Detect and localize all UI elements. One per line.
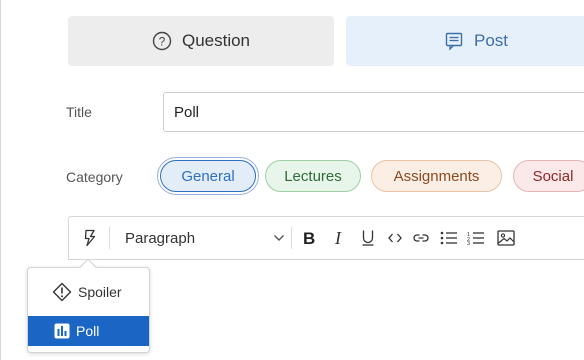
- numbered-list-icon: 123: [467, 231, 485, 245]
- image-icon: [497, 230, 515, 246]
- bold-button[interactable]: B: [297, 217, 321, 259]
- code-button[interactable]: [383, 217, 407, 259]
- menu-item-spoiler[interactable]: Spoiler: [28, 274, 149, 310]
- code-icon: [388, 232, 402, 244]
- toolbar-divider: [109, 227, 110, 249]
- italic-icon: I: [334, 230, 346, 246]
- svg-text:I: I: [334, 230, 342, 246]
- bullet-list-button[interactable]: [436, 217, 462, 259]
- menu-item-poll[interactable]: Poll: [28, 316, 149, 346]
- poll-icon: [54, 323, 70, 339]
- bullet-list-icon: [440, 231, 458, 245]
- category-chip-social[interactable]: Social: [513, 160, 584, 192]
- spoiler-icon: [52, 282, 72, 302]
- category-label: Category: [66, 169, 123, 185]
- underline-button[interactable]: [356, 217, 380, 259]
- insert-menu-dropdown: Spoiler Poll: [27, 267, 150, 353]
- toolbar-divider: [291, 227, 292, 249]
- question-circle-icon: ?: [152, 31, 172, 51]
- post-type-button[interactable]: Post: [346, 16, 584, 66]
- category-chip-general[interactable]: General: [160, 160, 256, 192]
- question-type-button[interactable]: ? Question: [68, 16, 334, 66]
- bold-icon: B: [302, 230, 316, 246]
- post-icon: [444, 31, 464, 51]
- link-icon: [412, 232, 430, 244]
- title-input[interactable]: [163, 92, 584, 132]
- numbered-list-button[interactable]: 123: [463, 217, 489, 259]
- svg-text:3: 3: [467, 241, 470, 245]
- divider: [0, 0, 1, 360]
- new-post-form: ? Question Post Title Category General L…: [0, 0, 584, 360]
- italic-button[interactable]: I: [328, 217, 352, 259]
- block-format-select[interactable]: Paragraph: [125, 217, 285, 259]
- underline-icon: [361, 229, 375, 247]
- image-button[interactable]: [493, 217, 519, 259]
- svg-text:?: ?: [159, 35, 166, 49]
- insert-menu-button[interactable]: [77, 217, 103, 259]
- menu-item-poll-label: Poll: [76, 323, 100, 339]
- question-type-label: Question: [181, 31, 251, 50]
- category-chip-lectures[interactable]: Lectures: [265, 160, 361, 192]
- title-label: Title: [66, 104, 92, 120]
- insert-menu-icon: [82, 229, 98, 247]
- post-type-label: Post: [473, 31, 509, 50]
- block-format-value: Paragraph: [125, 229, 196, 247]
- editor-toolbar: Paragraph B I 1 2 3: [68, 216, 584, 260]
- category-chip-assignments[interactable]: Assignments: [371, 160, 502, 192]
- link-button[interactable]: [408, 217, 434, 259]
- svg-text:B: B: [303, 230, 315, 246]
- menu-item-spoiler-label: Spoiler: [78, 284, 122, 300]
- chevron-down-icon: [273, 234, 285, 242]
